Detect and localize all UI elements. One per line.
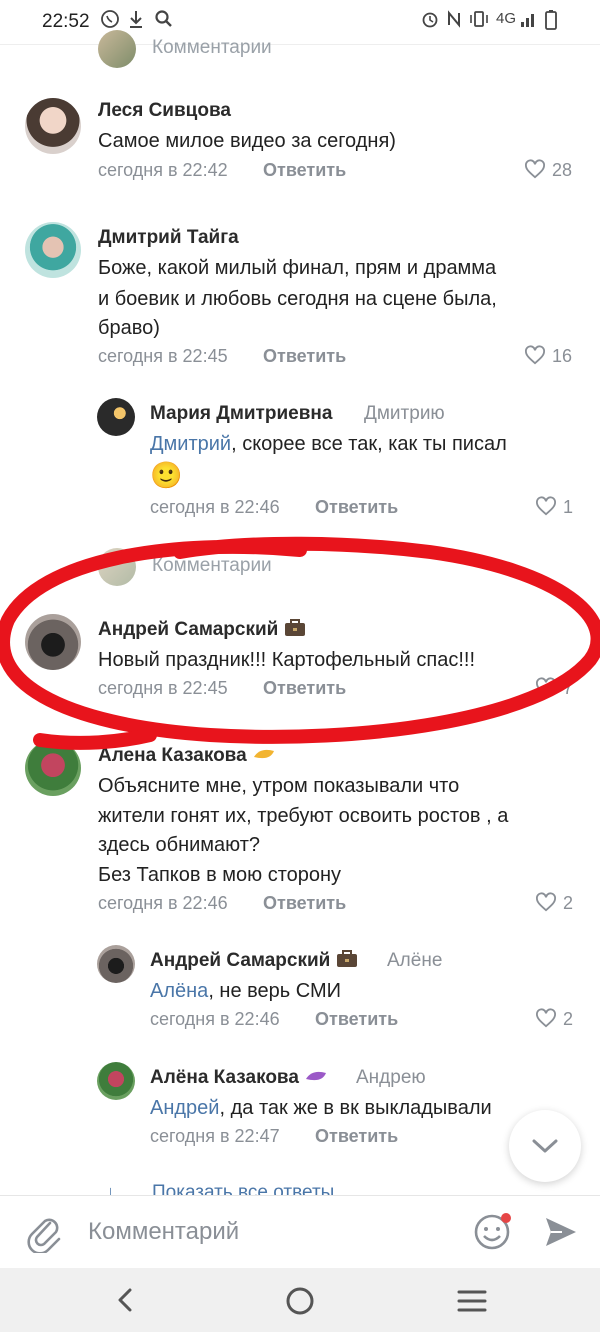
badge-icon	[306, 1071, 327, 1081]
comment-text-line: браво)	[98, 317, 160, 339]
comment-text-line: Без Тапков в мою сторону	[98, 864, 342, 886]
download-icon	[128, 9, 144, 34]
heart-icon	[536, 892, 556, 912]
like-count: 2	[563, 1009, 574, 1029]
avatar	[98, 30, 136, 68]
chevron-down-icon	[532, 1139, 558, 1153]
status-time: 22:52	[42, 11, 90, 32]
reply-to-label: Дмитрию	[364, 403, 445, 424]
reply-button[interactable]: Ответить	[263, 160, 346, 181]
comments-header-faded[interactable]: Комментарии	[152, 37, 272, 59]
reply-to-label: Алёне	[387, 950, 443, 971]
comment-time: сегодня в 22:45	[98, 346, 228, 366]
recents-icon[interactable]	[457, 1288, 487, 1314]
battery-icon	[544, 9, 558, 36]
comment-author[interactable]: Леся Сивцова	[98, 100, 231, 122]
status-divider	[0, 44, 600, 45]
comment-author[interactable]: Мария Дмитриевна	[150, 403, 332, 425]
avatar[interactable]	[25, 98, 81, 154]
heart-icon	[536, 496, 556, 516]
search-icon	[154, 9, 174, 34]
comment-text-rest: , скорее все так, как ты писал	[231, 433, 507, 455]
comment-text: Андрей, да так же в вк выкладывали	[150, 1093, 550, 1124]
heart-icon	[525, 159, 545, 179]
like-button[interactable]: 16	[524, 345, 572, 367]
smile-emoji: 🙂	[150, 460, 183, 490]
nfc-icon	[446, 9, 462, 34]
like-count: 16	[552, 346, 573, 366]
comment-text-rest: , не верь СМИ	[208, 980, 342, 1002]
comment-author[interactable]: Дмитрий Тайга	[98, 227, 239, 249]
home-icon[interactable]	[285, 1286, 315, 1316]
reply-button[interactable]: Ответить	[263, 893, 346, 914]
reply-button[interactable]: Ответить	[315, 1009, 398, 1030]
signal-icon	[520, 9, 538, 34]
avatar[interactable]	[97, 398, 135, 436]
reply-button[interactable]: Ответить	[315, 497, 398, 518]
comment-text: Самое милое видео за сегодня)	[98, 130, 396, 152]
comment-text-line: и боевик и любовь сегодня на сцене была,	[98, 288, 497, 310]
vibrate-icon	[468, 9, 490, 34]
like-count: 28	[552, 160, 573, 180]
heart-icon	[536, 1008, 556, 1028]
reply-button[interactable]: Ответить	[263, 346, 346, 367]
comment-time: сегодня в 22:47	[150, 1126, 280, 1146]
comment-text-line: здесь обнимают?	[98, 834, 261, 856]
scroll-down-button[interactable]	[509, 1110, 581, 1182]
comment-time: сегодня в 22:42	[98, 160, 228, 180]
show-all-replies-clip: ↓ Показать все ответы	[0, 1180, 600, 1195]
avatar[interactable]	[25, 222, 81, 278]
reply-to-label: Андрею	[356, 1067, 426, 1088]
avatar[interactable]	[97, 1062, 135, 1100]
comment-text-rest: , да так же в вк выкладывали	[219, 1097, 492, 1119]
like-button[interactable]: 28	[524, 159, 572, 181]
like-count: 2	[563, 893, 574, 913]
comment-time: сегодня в 22:46	[150, 1009, 280, 1029]
mention-link[interactable]: Алёна	[150, 980, 208, 1002]
alarm-icon	[420, 9, 440, 34]
attach-icon[interactable]	[26, 1213, 62, 1258]
expand-arrow-icon: ↓	[106, 1182, 115, 1195]
send-icon[interactable]	[542, 1213, 580, 1256]
comment-author[interactable]: Алёна Казакова	[150, 1067, 328, 1089]
like-count: 1	[563, 497, 574, 517]
comment-text: Алёна, не верь СМИ	[150, 976, 341, 1007]
heart-icon	[525, 345, 545, 365]
like-button[interactable]: 2	[535, 892, 573, 914]
comment-text: Дмитрий, скорее все так, как ты писал	[150, 429, 507, 460]
red-circle-annotation	[0, 536, 600, 750]
comment-input[interactable]: Комментарий	[88, 1218, 239, 1246]
system-nav-bar	[0, 1268, 600, 1332]
avatar[interactable]	[97, 945, 135, 983]
like-button[interactable]: 2	[535, 1008, 573, 1030]
show-all-replies-link[interactable]: Показать все ответы	[152, 1182, 334, 1195]
mention-link[interactable]: Дмитрий	[150, 433, 231, 455]
comment-time: сегодня в 22:46	[98, 893, 228, 913]
mention-link[interactable]: Андрей	[150, 1097, 219, 1119]
emoji-icon[interactable]	[472, 1210, 514, 1257]
back-icon[interactable]	[112, 1286, 140, 1314]
like-button[interactable]: 1	[535, 496, 573, 518]
briefcase-icon	[336, 950, 357, 967]
comment-author[interactable]: Андрей Самарский	[150, 950, 358, 972]
comment-time: сегодня в 22:46	[150, 497, 280, 517]
status-bar: 22:52 4G	[0, 0, 600, 44]
reply-button[interactable]: Ответить	[315, 1126, 398, 1147]
network-type: 4G	[496, 10, 517, 27]
comment-text-line: жители гонят их, требуют освоить ростов …	[98, 805, 509, 827]
comment-text-line: Боже, какой милый финал, прям и драмма	[98, 257, 497, 279]
